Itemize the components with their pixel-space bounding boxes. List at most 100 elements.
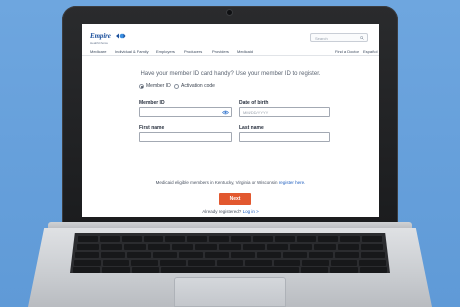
key — [335, 252, 359, 258]
activation-code-radio[interactable] — [174, 84, 179, 89]
key — [131, 260, 158, 266]
key — [330, 267, 358, 273]
key — [290, 244, 312, 250]
nav-item-producers[interactable]: Producers — [184, 49, 202, 55]
register-prompt: Have your member ID card handy? Use your… — [140, 71, 321, 77]
key — [330, 260, 358, 266]
first-name-field[interactable] — [139, 132, 232, 142]
key — [266, 244, 289, 250]
medicaid-note: Medicaid eligible members in Kentucky, V… — [82, 180, 379, 185]
key — [283, 252, 307, 258]
keyboard-row — [75, 252, 385, 258]
nav-item-employers[interactable]: Employers — [156, 49, 175, 55]
member-id-label: Member ID — [139, 100, 165, 106]
laptop-keyboard — [70, 233, 390, 273]
laptop-screen: Empire HealthChoice Search Medicare Indi… — [82, 24, 379, 217]
key — [78, 236, 98, 242]
key — [124, 244, 147, 250]
last-name-field[interactable] — [239, 132, 330, 142]
logo-tagline: HealthChoice — [90, 41, 109, 45]
key — [131, 267, 160, 273]
key — [187, 236, 208, 242]
key — [100, 244, 123, 250]
key — [195, 244, 218, 250]
search-icon[interactable] — [360, 36, 364, 40]
key — [361, 244, 383, 250]
key — [179, 252, 203, 258]
medicaid-note-text: Medicaid eligible members in Kentucky, V… — [155, 180, 278, 185]
key — [242, 244, 265, 250]
search-placeholder: Search — [315, 36, 328, 41]
key — [337, 244, 360, 250]
laptop-scene: Empire HealthChoice Search Medicare Indi… — [0, 0, 460, 307]
member-id-radio-label[interactable]: Member ID — [146, 83, 171, 90]
nav-item-medicare[interactable]: Medicare — [90, 49, 106, 55]
key — [165, 236, 186, 242]
main-nav: Medicare Individual & Family Employers P… — [82, 48, 379, 56]
keyboard-row — [74, 260, 387, 266]
logo-mark-icon — [116, 33, 126, 39]
key — [219, 244, 241, 250]
nav-item-providers[interactable]: Providers — [212, 49, 229, 55]
date-of-birth-placeholder: MM/DD/YYYY — [243, 110, 269, 115]
key — [359, 267, 387, 273]
key — [127, 252, 151, 258]
keyboard-row — [77, 244, 383, 250]
key — [231, 236, 251, 242]
key — [75, 252, 99, 258]
keyboard-row — [78, 236, 383, 242]
key — [257, 252, 281, 258]
login-prompt: Already registered? Log in > — [82, 209, 379, 214]
key — [361, 252, 385, 258]
member-id-field[interactable] — [139, 107, 232, 117]
key — [205, 252, 229, 258]
key — [309, 252, 333, 258]
nav-item-medicaid[interactable]: Medicaid — [237, 49, 253, 55]
key — [101, 252, 125, 258]
key — [74, 260, 101, 266]
key — [245, 260, 272, 266]
key — [99, 236, 120, 242]
key — [102, 267, 130, 273]
key — [300, 267, 329, 273]
key — [148, 244, 170, 250]
key — [252, 236, 273, 242]
date-of-birth-label: Date of birth — [239, 100, 269, 106]
member-id-radio[interactable] — [139, 84, 144, 89]
date-of-birth-field[interactable]: MM/DD/YYYY — [239, 107, 330, 117]
key — [159, 260, 187, 266]
key — [313, 244, 336, 250]
register-here-link[interactable]: register here. — [279, 180, 306, 185]
activation-code-radio-label[interactable]: Activation code — [181, 83, 215, 90]
eye-icon[interactable] — [222, 110, 229, 115]
laptop-trackpad — [174, 277, 286, 307]
log-in-link[interactable]: Log in > — [243, 209, 259, 214]
logo-wordmark: Empire — [90, 32, 111, 40]
key — [102, 260, 130, 266]
key — [171, 244, 194, 250]
webcam — [227, 10, 232, 15]
key — [216, 260, 244, 266]
key — [231, 252, 255, 258]
next-button[interactable]: Next — [219, 193, 251, 205]
last-name-label: Last name — [239, 125, 264, 131]
nav-item-individual-family[interactable]: Individual & Family — [115, 49, 149, 55]
first-name-label: First name — [139, 125, 165, 131]
key — [77, 244, 99, 250]
key — [318, 236, 339, 242]
key — [274, 236, 295, 242]
already-registered-text: Already registered? — [202, 209, 242, 214]
key — [296, 236, 317, 242]
key — [273, 260, 301, 266]
search-input[interactable]: Search — [310, 33, 368, 42]
site-logo[interactable]: Empire HealthChoice — [90, 32, 130, 48]
key — [143, 236, 164, 242]
key — [340, 236, 361, 242]
nav-item-espanol[interactable]: Español — [363, 49, 377, 55]
key — [362, 236, 383, 242]
nav-item-find-a-doctor[interactable]: Find a Doctor — [335, 49, 359, 55]
keyboard-row — [73, 267, 387, 273]
spacebar-key — [161, 267, 299, 273]
key — [359, 260, 387, 266]
key — [209, 236, 230, 242]
